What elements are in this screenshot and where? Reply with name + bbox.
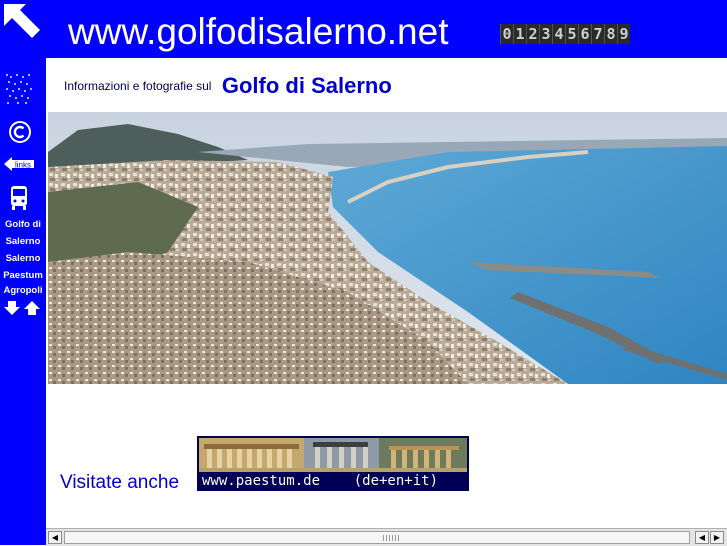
links-arrow-icon: links xyxy=(4,157,34,171)
counter-digit: 0 xyxy=(500,24,513,44)
intro-heading: Informazioni e fotografie sul Golfo di S… xyxy=(64,73,392,99)
scroll-left-button[interactable]: ◀ xyxy=(48,531,62,544)
visit-also-text: Visitate anche xyxy=(60,472,180,493)
arrow-up-icon[interactable] xyxy=(24,300,40,316)
links-label: links xyxy=(15,161,31,170)
paestum-temples-image xyxy=(199,438,467,472)
scroll-right-button[interactable]: ▶ xyxy=(710,531,724,544)
counter-digit: 1 xyxy=(513,24,526,44)
visit-counter: 0123456789 xyxy=(500,24,630,44)
counter-digit: 4 xyxy=(552,24,565,44)
sidebar-link-paestum[interactable]: Paestum xyxy=(0,270,46,282)
counter-digit: 7 xyxy=(591,24,604,44)
left-sidebar: links Golfo di Salerno Salerno Paestum A… xyxy=(0,0,46,545)
links-button[interactable]: links xyxy=(4,156,34,172)
counter-digit: 9 xyxy=(617,24,630,44)
scroll-arrows xyxy=(4,300,40,318)
bus-icon[interactable] xyxy=(9,185,29,211)
back-arrow-icon[interactable] xyxy=(0,0,46,46)
intro-title: Golfo di Salerno xyxy=(221,73,392,98)
arrow-down-icon[interactable] xyxy=(4,300,20,316)
counter-digit: 3 xyxy=(539,24,552,44)
salerno-panorama-photo xyxy=(48,112,727,384)
scroll-left-button-right[interactable]: ◀ xyxy=(695,531,709,544)
scrollbar-track[interactable] xyxy=(64,531,690,544)
site-title[interactable]: www.golfodisalerno.net xyxy=(68,10,449,54)
horizontal-scrollbar[interactable]: ◀ ◀ ▶ xyxy=(46,528,727,546)
scrollbar-grip[interactable] xyxy=(383,535,399,541)
sidebar-link-golfo-di[interactable]: Golfo di xyxy=(0,219,46,231)
logo-dots-icon xyxy=(6,74,32,104)
sidebar-link-salerno-gulf[interactable]: Salerno xyxy=(0,236,46,248)
paestum-banner-text: www.paestum.de (de+en+it) xyxy=(202,473,439,489)
sidebar-link-salerno[interactable]: Salerno xyxy=(0,253,46,265)
counter-digit: 2 xyxy=(526,24,539,44)
counter-digit: 8 xyxy=(604,24,617,44)
copyright-icon[interactable] xyxy=(8,120,32,144)
intro-small-text: Informazioni e fotografie sul xyxy=(64,79,212,93)
paestum-banner-link[interactable]: www.paestum.de (de+en+it) xyxy=(197,436,469,491)
sidebar-link-agropoli[interactable]: Agropoli xyxy=(0,285,46,297)
counter-digit: 5 xyxy=(565,24,578,44)
counter-digit: 6 xyxy=(578,24,591,44)
